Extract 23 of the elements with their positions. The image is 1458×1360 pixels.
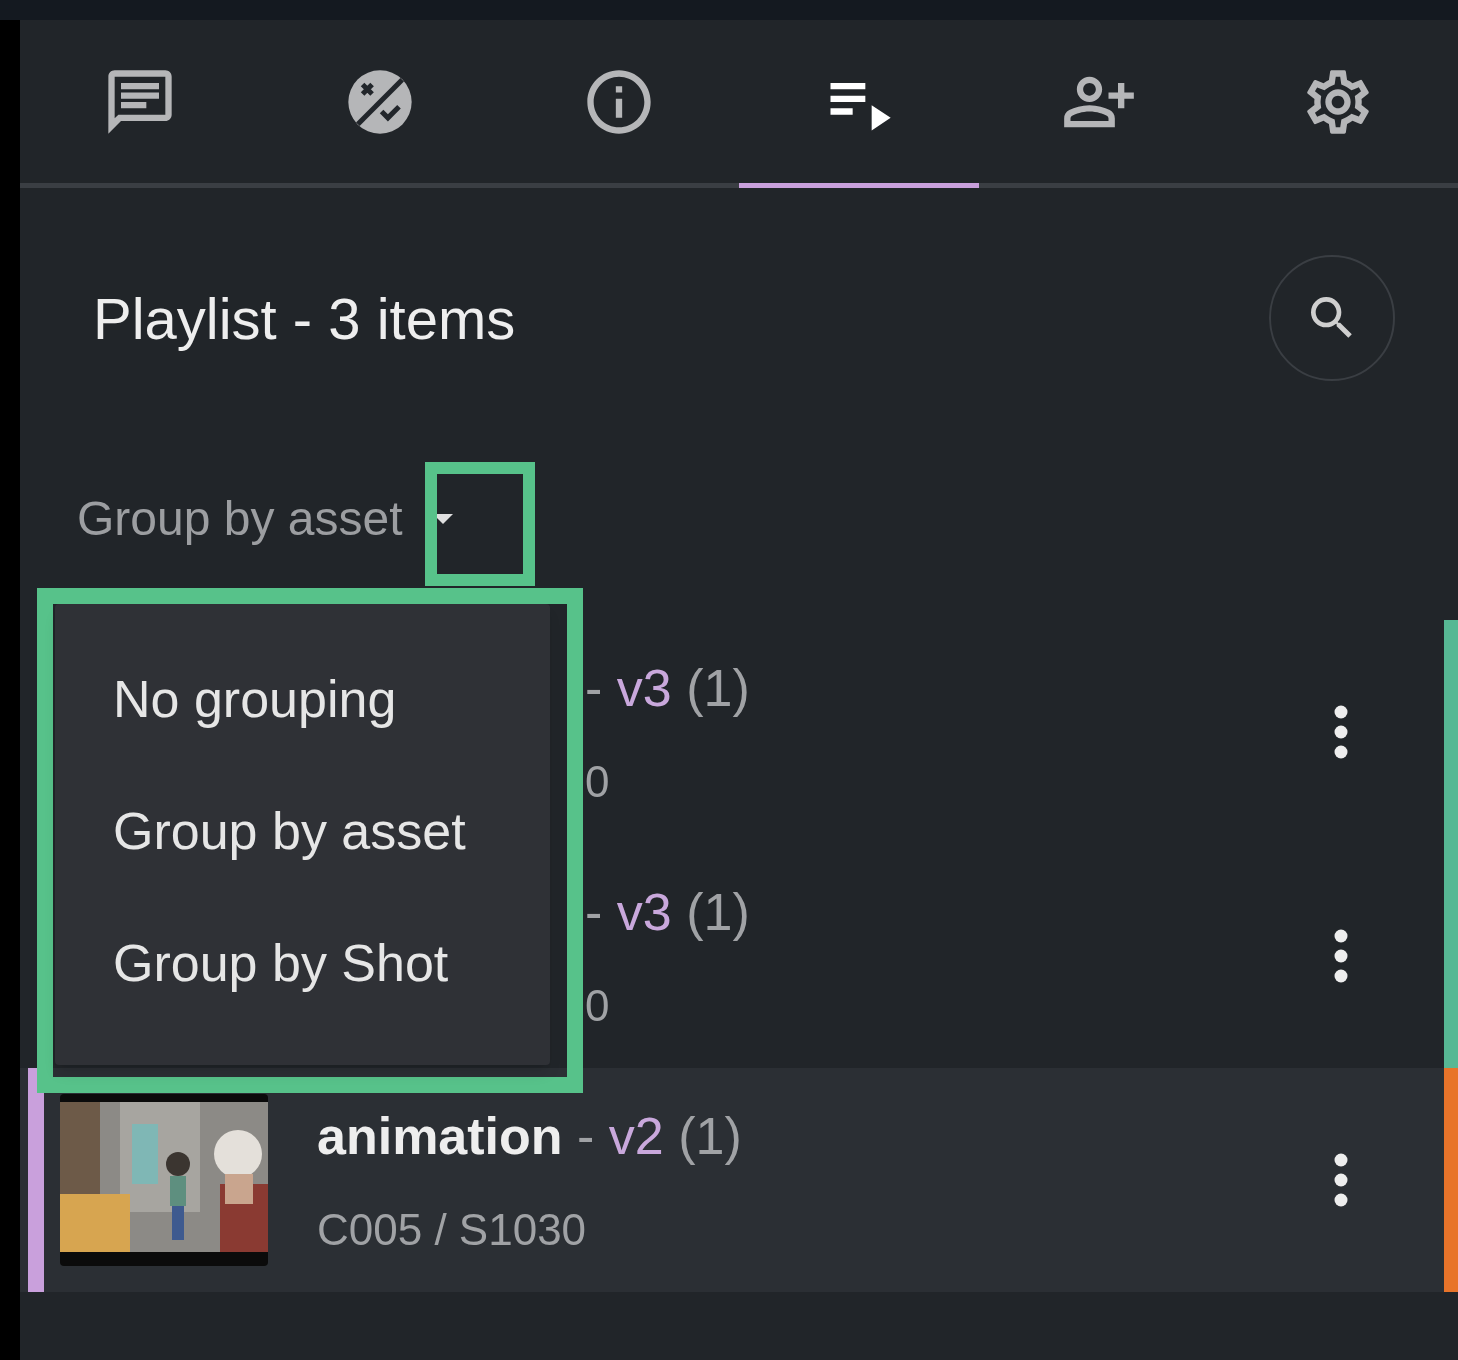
more-icon	[1334, 929, 1348, 983]
asset-name: animation	[317, 1107, 563, 1165]
more-icon	[1334, 1153, 1348, 1207]
version-label: v3	[616, 659, 672, 717]
shot-label: C005 / S1030	[317, 1204, 588, 1256]
menu-item[interactable]: Group by asset	[55, 765, 550, 897]
count-label: (1)	[686, 659, 750, 717]
version-label: v2	[608, 1107, 664, 1165]
group-dropdown[interactable]: Group by asset	[77, 483, 453, 555]
menu-item[interactable]: No grouping	[55, 633, 550, 765]
menu-item[interactable]: Group by Shot	[55, 897, 550, 1029]
search-button[interactable]	[1269, 255, 1395, 381]
more-icon	[1334, 705, 1348, 759]
count-label: (1)	[678, 1107, 742, 1165]
shot-label: 0	[585, 980, 611, 1032]
playlist-row[interactable]: animation - v2 (1) C005 / S1030	[20, 1068, 1458, 1292]
count-label: (1)	[686, 883, 750, 941]
version-separator: -	[585, 883, 603, 941]
version-label: v3	[616, 883, 672, 941]
version-separator: -	[585, 659, 603, 717]
version-separator: -	[577, 1107, 595, 1165]
shot-label: 0	[585, 756, 611, 808]
panel-title: Playlist - 3 items	[93, 284, 516, 353]
